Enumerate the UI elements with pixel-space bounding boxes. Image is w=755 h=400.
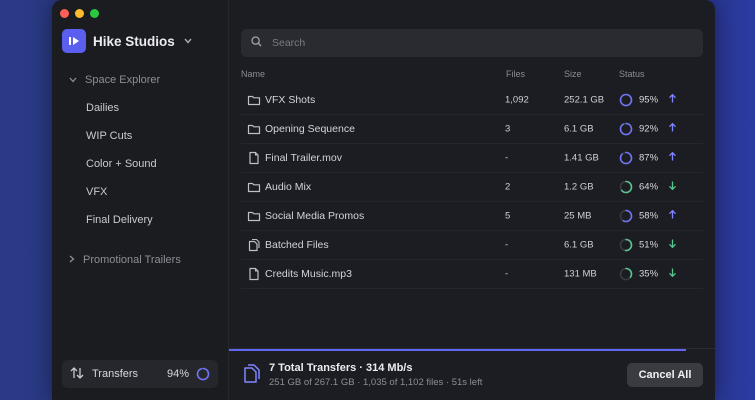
- row-size: 1.2 GB: [564, 181, 594, 193]
- progress-ring-icon: [619, 267, 633, 281]
- sidebar-group-space-explorer[interactable]: Space Explorer: [52, 66, 228, 94]
- chevron-down-icon: [69, 74, 77, 86]
- folder-icon: [247, 180, 261, 194]
- table-row[interactable]: Batched Files - 6.1 GB 51%: [241, 231, 703, 260]
- row-files: 1,092: [505, 94, 529, 106]
- progress-ring-icon: [619, 180, 633, 194]
- sidebar-item-dailies[interactable]: Dailies: [52, 94, 228, 122]
- row-name: Social Media Promos: [265, 210, 365, 222]
- row-files: -: [505, 239, 509, 251]
- table-row[interactable]: Opening Sequence 3 6.1 GB 92%: [241, 115, 703, 144]
- folder-icon: [247, 122, 261, 136]
- file-icon: [247, 267, 261, 281]
- row-status: 87%: [639, 152, 659, 164]
- maximize-window-button[interactable]: [90, 9, 99, 18]
- folder-icon: [247, 93, 261, 107]
- row-files: 3: [505, 123, 511, 135]
- app-window: Hike Studios Space Explorer Dailies WIP …: [52, 0, 715, 400]
- search-icon: [251, 34, 262, 52]
- transfer-summary-title: 7 Total Transfers · 314 Mb/s: [269, 362, 413, 374]
- files-stack-icon: [247, 238, 261, 252]
- overall-progress-bar: [229, 349, 686, 351]
- row-status: 51%: [639, 239, 659, 251]
- row-status: 64%: [639, 181, 659, 193]
- row-status: 35%: [639, 268, 659, 280]
- sidebar-group-label: Promotional Trailers: [83, 254, 181, 266]
- arrow-down-icon: [668, 239, 677, 252]
- row-name: Batched Files: [265, 239, 329, 251]
- row-size: 25 MB: [564, 210, 592, 222]
- row-name: VFX Shots: [265, 94, 316, 106]
- sidebar-group-label: Space Explorer: [85, 74, 161, 86]
- transfers-label: Transfers: [92, 368, 139, 380]
- progress-ring-icon: [619, 122, 633, 136]
- sidebar-item-color-sound[interactable]: Color + Sound: [52, 150, 228, 178]
- search-bar[interactable]: [241, 29, 703, 57]
- close-window-button[interactable]: [60, 9, 69, 18]
- progress-ring-icon: [619, 93, 633, 107]
- file-icon: [247, 151, 261, 165]
- row-status: 95%: [639, 94, 659, 106]
- row-name: Opening Sequence: [265, 123, 355, 135]
- row-name: Audio Mix: [265, 181, 312, 193]
- progress-ring-icon: [619, 151, 633, 165]
- arrow-up-icon: [668, 209, 677, 223]
- row-name: Credits Music.mp3: [265, 268, 352, 280]
- transfer-arrows-icon: [70, 366, 84, 382]
- progress-ring-icon: [619, 238, 633, 252]
- transfers-percent: 94%: [166, 368, 189, 380]
- cancel-all-button[interactable]: Cancel All: [627, 363, 703, 387]
- table-header: Name Files Size Status: [241, 66, 703, 84]
- column-header-name[interactable]: Name: [241, 69, 265, 79]
- row-status: 92%: [639, 123, 659, 135]
- sidebar-item-final-delivery[interactable]: Final Delivery: [52, 206, 228, 234]
- row-files: -: [505, 268, 509, 280]
- arrow-up-icon: [668, 151, 677, 165]
- row-files: -: [505, 152, 509, 164]
- workspace-name: Hike Studios: [93, 33, 175, 49]
- sidebar: Hike Studios Space Explorer Dailies WIP …: [52, 0, 229, 400]
- sidebar-item-vfx[interactable]: VFX: [52, 178, 228, 206]
- play-logo-icon: [62, 29, 86, 53]
- table-row[interactable]: Audio Mix 2 1.2 GB 64%: [241, 173, 703, 202]
- row-files: 2: [505, 181, 511, 193]
- table-row[interactable]: Credits Music.mp3 - 131 MB 35%: [241, 260, 703, 289]
- progress-ring-icon: [619, 209, 633, 223]
- transfer-summary-detail: 251 GB of 267.1 GB · 1,035 of 1,102 file…: [269, 377, 483, 388]
- chevron-down-icon: [184, 36, 192, 46]
- table-row[interactable]: VFX Shots 1,092 252.1 GB 95%: [241, 86, 703, 115]
- sidebar-group-promotional-trailers[interactable]: Promotional Trailers: [52, 246, 228, 274]
- row-name: Final Trailer.mov: [265, 152, 343, 164]
- workspace-switcher[interactable]: Hike Studios: [62, 29, 192, 53]
- transfer-footer: 7 Total Transfers · 314 Mb/s 251 GB of 2…: [229, 348, 715, 400]
- table-row[interactable]: Final Trailer.mov - 1.41 GB 87%: [241, 144, 703, 173]
- transfers-button[interactable]: Transfers 94%: [62, 360, 218, 388]
- arrow-down-icon: [668, 181, 677, 194]
- folder-icon: [247, 209, 261, 223]
- arrow-down-icon: [668, 268, 677, 281]
- window-controls: [60, 9, 99, 18]
- row-size: 1.41 GB: [564, 152, 599, 164]
- row-status: 58%: [639, 210, 659, 222]
- main-panel: Name Files Size Status VFX Shots1,092252…: [229, 0, 715, 400]
- column-header-files[interactable]: Files: [506, 69, 525, 79]
- row-size: 131 MB: [564, 268, 597, 280]
- search-input[interactable]: [270, 36, 674, 50]
- column-header-status[interactable]: Status: [619, 69, 645, 79]
- transfer-list: VFX Shots 1,092 252.1 GB 95% Opening Sequenc…: [241, 86, 703, 289]
- table-row[interactable]: Social Media Promos 5 25 MB 58%: [241, 202, 703, 231]
- arrow-up-icon: [668, 93, 677, 107]
- row-files: 5: [505, 210, 511, 222]
- minimize-window-button[interactable]: [75, 9, 84, 18]
- column-header-size[interactable]: Size: [564, 69, 582, 79]
- arrow-up-icon: [668, 122, 677, 136]
- row-size: 6.1 GB: [564, 239, 594, 251]
- row-size: 6.1 GB: [564, 123, 594, 135]
- row-size: 252.1 GB: [564, 94, 605, 106]
- document-stack-icon: [241, 363, 261, 385]
- sidebar-nav: Space Explorer Dailies WIP Cuts Color + …: [52, 66, 228, 274]
- progress-ring-icon: [196, 367, 210, 381]
- chevron-right-icon: [69, 254, 75, 266]
- sidebar-item-wip-cuts[interactable]: WIP Cuts: [52, 122, 228, 150]
